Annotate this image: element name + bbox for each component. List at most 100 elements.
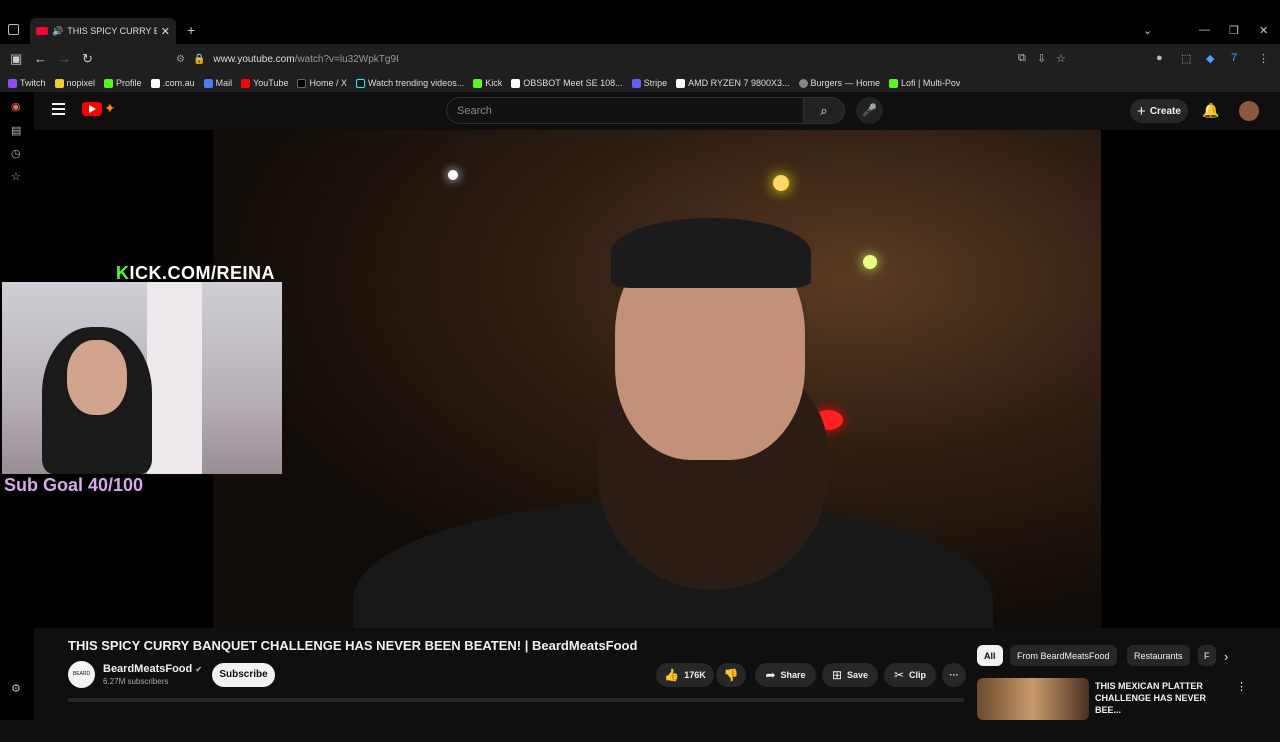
bookmark-item[interactable]: Kick [473,78,502,88]
tab-list-icon[interactable] [8,24,19,35]
person-cap [611,218,811,288]
menu-icon[interactable] [52,103,65,115]
browser-tab-active[interactable]: 🔊 THIS SPICY CURRY BANQUET ✕ [30,18,176,44]
reload-icon[interactable]: ↻ [82,51,93,67]
youtube-icon [241,78,251,88]
bookmark-item[interactable]: Home / X [297,78,347,88]
bookmark-item[interactable]: YouTube [241,78,288,88]
chip-partial[interactable]: F [1198,645,1216,666]
bookmark-item[interactable]: AMD RYZEN 7 9800X3... [676,78,790,88]
forward-icon[interactable]: → [58,51,71,66]
bookmark-item[interactable]: Burgers — Home [798,78,880,88]
more-actions-button[interactable]: ··· [942,663,966,687]
youtube-logo-icon[interactable] [82,102,102,116]
profile-icon[interactable]: ● [1156,52,1163,64]
extension-shield-icon[interactable]: ◆ [1206,52,1214,65]
tiktok-icon [355,78,365,88]
back-icon[interactable]: ← [34,51,47,66]
site-info-icon[interactable]: ⚙ [176,54,185,65]
mail-icon [203,78,213,88]
url-host: www.youtube.com [213,53,295,65]
youtube-header: ✦ Search ⌕ 🎤 + Create 🔔 [34,92,1280,130]
install-app-icon[interactable]: ⧉ [1018,52,1026,65]
browser-nav-bar: ▣ ← → ↻ ⚙ 🔒 www.youtube.com /watch?v=lu3… [0,44,1280,74]
globe-icon [798,78,808,88]
search-button[interactable]: ⌕ [803,97,845,124]
download-icon[interactable]: ⇩ [1037,52,1046,65]
notifications-bell-icon[interactable]: 🔔 [1202,102,1219,119]
collections-icon[interactable]: ▤ [11,124,21,137]
webcam-overlay [2,282,282,474]
lock-icon: 🔒 [192,53,206,65]
history-icon[interactable]: ◷ [11,147,21,160]
bookmark-item[interactable]: Lofi | Multi-Pov [889,78,960,88]
video-frame[interactable] [213,130,1101,628]
restore-button[interactable]: ❐ [1229,24,1239,37]
bookmark-item[interactable]: nopixel [54,78,95,88]
account-avatar[interactable] [1239,101,1259,121]
recommended-more-icon[interactable]: ⋮ [1236,680,1247,693]
minimize-button[interactable]: — [1199,24,1210,36]
tab-close-icon[interactable]: ✕ [161,25,170,38]
search-icon: ⌕ [820,103,828,118]
bookmark-item[interactable]: Stripe [631,78,667,88]
tab-search-icon[interactable]: ⌄ [1143,24,1152,37]
assistant-icon[interactable]: ◉ [11,100,21,113]
amazon-icon [676,78,686,88]
recommended-thumbnail[interactable] [977,678,1089,720]
microphone-icon: 🎤 [862,103,877,117]
favorites-icon[interactable]: ☆ [11,170,21,183]
kick-icon [473,78,483,88]
clip-button[interactable]: ✂ Clip [884,663,936,687]
save-button[interactable]: ⊞ Save [822,663,878,687]
chevron-right-icon[interactable]: › [1224,649,1228,664]
browser-menu-icon[interactable]: ⋮ [1258,52,1269,65]
voice-search-button[interactable]: 🎤 [856,97,883,124]
profile-bookmark-icon [104,78,114,88]
recommended-title[interactable]: THIS MEXICAN PLATTER CHALLENGE HAS NEVER… [1095,680,1230,716]
close-window-button[interactable]: ✕ [1259,24,1268,37]
channel-avatar[interactable]: BEARD MEATS FOOD [68,661,95,731]
plus-icon: + [1137,102,1146,120]
audio-playing-icon[interactable]: 🔊 [52,26,63,37]
stripe-icon [631,78,641,88]
doodle-icon[interactable]: ✦ [104,100,116,117]
bookmark-item[interactable]: Mail [203,78,232,88]
bokeh-light [773,175,789,191]
chip-from-channel[interactable]: From BeardMeatsFood [1010,645,1117,666]
new-tab-button[interactable]: + [187,22,195,38]
settings-gear-icon[interactable]: ⚙ [11,682,21,695]
address-bar[interactable]: ⚙ 🔒 www.youtube.com /watch?v=lu32WpkTg9I [176,48,1076,70]
bookmark-item[interactable]: OBSBOT Meet SE 108... [511,78,623,88]
channel-name[interactable]: BeardMeatsFood ✔ [103,663,202,675]
sidebar-toggle-icon[interactable]: ▣ [10,51,22,67]
share-button[interactable]: ➦ Share [755,663,816,687]
chip-restaurants[interactable]: Restaurants [1127,645,1190,666]
bookmark-item[interactable]: Twitch [8,78,46,88]
scissors-icon: ✂ [893,668,905,682]
subscribe-button[interactable]: Subscribe [212,663,275,687]
amazon-icon [511,78,521,88]
chip-all[interactable]: All [977,645,1003,666]
share-label: Share [780,670,806,680]
channel-name-text: BeardMeatsFood [103,663,193,675]
extension-7tv-icon[interactable]: 7 [1231,52,1237,64]
amazon-icon [150,78,160,88]
save-icon: ⊞ [831,668,843,682]
dislike-button[interactable]: 👎 [716,663,746,687]
streamer-face [67,340,127,415]
extensions-icon[interactable]: ⬚ [1181,52,1191,65]
create-button[interactable]: + Create [1130,99,1188,123]
bookmark-item[interactable]: .com.au [150,78,195,88]
share-icon: ➦ [765,668,776,682]
bookmark-item[interactable]: Watch trending videos... [355,78,464,88]
like-button[interactable]: 👍 176K [656,663,714,687]
url-path: /watch?v=lu32WpkTg9I [294,53,399,65]
kick-icon [889,78,899,88]
description-box-edge [68,698,964,702]
thumbs-down-icon: 👎 [723,668,739,682]
nopixel-icon [54,78,64,88]
bookmark-item[interactable]: Profile [104,78,142,88]
search-input[interactable]: Search [446,97,804,124]
bookmark-star-icon[interactable]: ☆ [1056,52,1066,65]
